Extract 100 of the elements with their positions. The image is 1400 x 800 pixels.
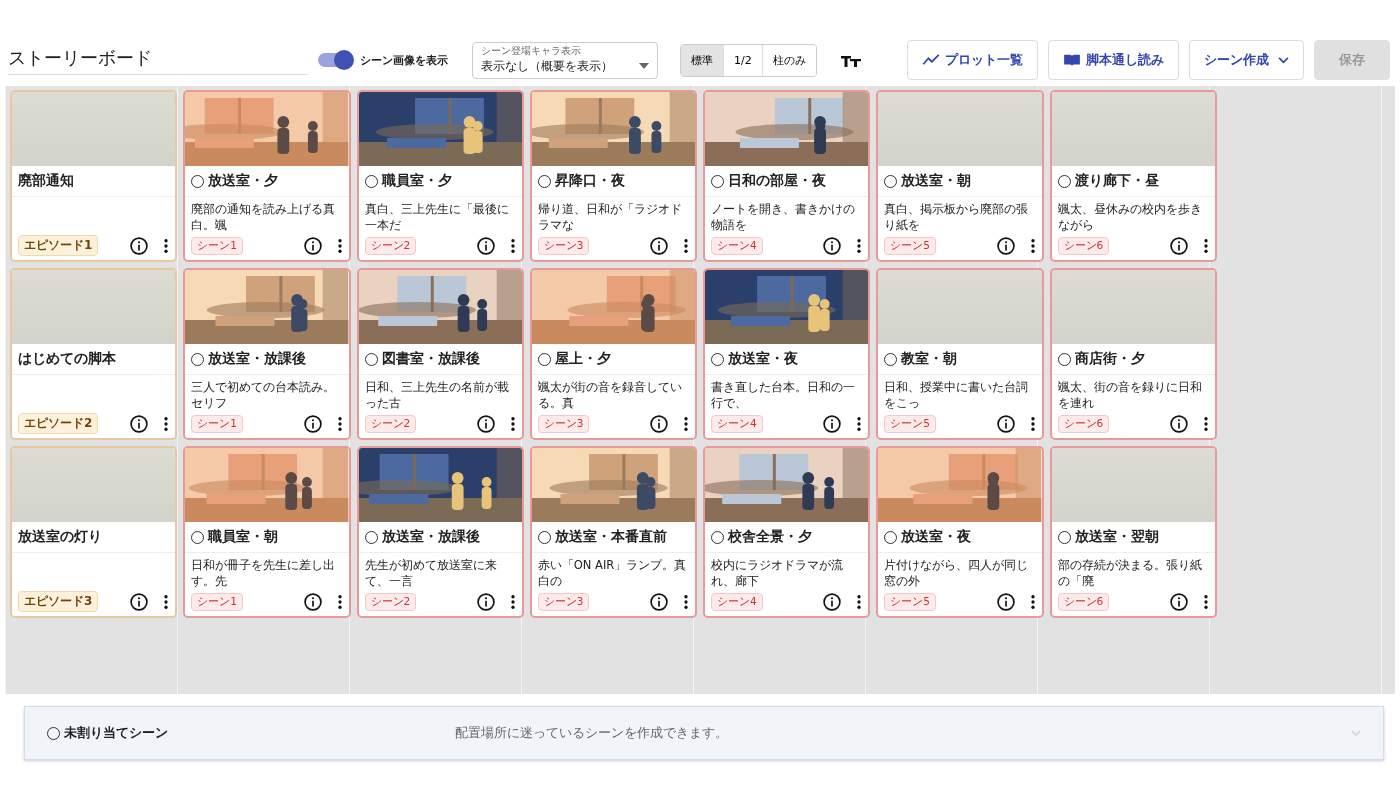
scene-badge: シーン5 bbox=[884, 593, 936, 611]
info-button[interactable] bbox=[649, 414, 669, 434]
info-button[interactable] bbox=[1168, 592, 1189, 612]
scene-card[interactable]: 放送室・本番直前 赤い「ON AIR」ランプ。真白の シーン3 bbox=[529, 446, 697, 618]
info-button[interactable] bbox=[302, 414, 323, 434]
scene-summary: 片付けながら、四人が同じ窓の外 bbox=[883, 557, 1030, 589]
scene-card[interactable]: 放送室・朝 真白、掲示板から廃部の張り紙を シーン5 bbox=[876, 90, 1044, 262]
trend-icon bbox=[921, 54, 940, 66]
scene-heading: 職員室・夕 bbox=[381, 172, 452, 190]
scene-card[interactable]: 放送室・夜 書き直した台本。日和の一行で、 シーン4 bbox=[703, 268, 871, 440]
info-button[interactable] bbox=[129, 413, 150, 434]
scene-heading: 昇降口・夜 bbox=[554, 172, 625, 190]
info-button[interactable] bbox=[475, 592, 496, 612]
scene-card[interactable]: 放送室・夕 廃部の通知を読み上げる真白。颯 シーン1 bbox=[183, 90, 351, 262]
info-button[interactable] bbox=[649, 592, 669, 612]
info-button[interactable] bbox=[995, 592, 1016, 612]
more-button[interactable] bbox=[509, 416, 516, 432]
scene-card[interactable]: 放送室・翌朝 部の存続が決まる。張り紙の「廃 シーン6 bbox=[1049, 446, 1217, 618]
scene-heading: 放送室・夜 bbox=[901, 528, 972, 546]
info-button[interactable] bbox=[1168, 414, 1189, 434]
scene-heading: 職員室・朝 bbox=[208, 528, 279, 546]
more-button[interactable] bbox=[163, 237, 170, 254]
info-button[interactable] bbox=[475, 414, 496, 434]
info-button[interactable] bbox=[475, 236, 496, 256]
more-button[interactable] bbox=[683, 238, 689, 254]
episode-badge: エピソード3 bbox=[18, 591, 99, 612]
scene-badge: シーン2 bbox=[364, 415, 417, 433]
more-button[interactable] bbox=[336, 238, 343, 254]
scene-badge: シーン4 bbox=[711, 415, 763, 433]
scene-summary: 校内にラジオドラマが流れ、廊下 bbox=[710, 557, 844, 589]
text-size-icon[interactable] bbox=[840, 53, 861, 67]
scene-card[interactable]: 教室・朝 日和、授業中に書いた台詞をこっ シーン5 bbox=[876, 268, 1044, 440]
episode-badge: エピソード1 bbox=[18, 235, 99, 256]
info-button[interactable] bbox=[822, 414, 843, 434]
character-select[interactable]: シーン登場キャラ表示 表示なし（概要を表示） bbox=[472, 41, 658, 79]
scene-card[interactable]: 校舎全景・夕 校内にラジオドラマが流れ、廊下 シーン4 bbox=[703, 446, 871, 618]
info-button[interactable] bbox=[129, 591, 150, 612]
more-button[interactable] bbox=[1202, 594, 1209, 610]
scene-summary: 颯太、街の音を録りに日和を連れ bbox=[1056, 379, 1203, 411]
more-button[interactable] bbox=[1029, 238, 1036, 254]
more-button[interactable] bbox=[163, 593, 170, 610]
more-button[interactable] bbox=[336, 594, 343, 610]
info-button[interactable] bbox=[302, 592, 323, 612]
more-button[interactable] bbox=[1202, 238, 1209, 254]
toggle-label: シーン画像を表示 bbox=[360, 52, 448, 68]
info-button[interactable] bbox=[129, 235, 150, 256]
scene-card[interactable]: 渡り廊下・昼 颯太、昼休みの校内を歩きながら シーン6 bbox=[1049, 90, 1217, 262]
scene-badge: シーン5 bbox=[884, 415, 936, 433]
info-button[interactable] bbox=[822, 236, 843, 256]
scene-heading: 放送室・放課後 bbox=[208, 350, 307, 368]
info-button[interactable] bbox=[302, 236, 323, 256]
episode-card[interactable]: はじめての脚本 エピソード2 bbox=[10, 268, 178, 440]
plot-button[interactable]: プロット一覧 bbox=[906, 40, 1038, 80]
more-button[interactable] bbox=[856, 594, 863, 610]
more-button[interactable] bbox=[163, 415, 170, 432]
create-button[interactable]: シーン作成 bbox=[1188, 40, 1304, 80]
scene-card[interactable]: 職員室・朝 日和が冊子を先生に差し出す。先 シーン1 bbox=[183, 446, 351, 618]
toggle-switch[interactable] bbox=[318, 53, 352, 67]
scene-heading: 日和の部屋・夜 bbox=[728, 172, 826, 190]
scene-badge: シーン2 bbox=[364, 593, 417, 611]
scene-heading: 教室・朝 bbox=[901, 350, 958, 368]
scene-badge: シーン4 bbox=[711, 593, 763, 611]
scene-summary: 日和、授業中に書いた台詞をこっ bbox=[883, 379, 1030, 411]
scene-card[interactable]: 職員室・夕 真白、三上先生に「最後に一本だ シーン2 bbox=[356, 90, 524, 262]
info-button[interactable] bbox=[822, 592, 843, 612]
info-button[interactable] bbox=[995, 236, 1016, 256]
scene-badge: シーン3 bbox=[537, 415, 590, 433]
scene-card[interactable]: 放送室・夜 片付けながら、四人が同じ窓の外 シーン5 bbox=[876, 446, 1044, 618]
scene-summary: 赤い「ON AIR」ランプ。真白の bbox=[536, 557, 688, 589]
view-mode-tab[interactable]: 柱のみ bbox=[761, 44, 816, 76]
info-button[interactable] bbox=[649, 236, 669, 256]
read-button[interactable]: 脚本通し読み bbox=[1047, 40, 1179, 80]
more-button[interactable] bbox=[683, 416, 689, 432]
more-button[interactable] bbox=[856, 238, 863, 254]
more-button[interactable] bbox=[1202, 416, 1209, 432]
scene-card[interactable]: 商店街・夕 颯太、街の音を録りに日和を連れ シーン6 bbox=[1049, 268, 1217, 440]
more-button[interactable] bbox=[509, 238, 516, 254]
episode-card[interactable]: 放送室の灯り エピソード3 bbox=[10, 446, 178, 618]
scene-card[interactable]: 日和の部屋・夜 ノートを開き、書きかけの物語を シーン4 bbox=[703, 90, 871, 262]
more-button[interactable] bbox=[1029, 416, 1036, 432]
scene-card[interactable]: 屋上・夕 颯太が街の音を録音している。真 シーン3 bbox=[529, 268, 697, 440]
scene-heading: 渡り廊下・昼 bbox=[1074, 172, 1159, 190]
scene-card[interactable]: 図書室・放課後 日和、三上先生の名前が載った古 シーン2 bbox=[356, 268, 524, 440]
scene-card[interactable]: 放送室・放課後 先生が初めて放送室に来て、一言 シーン2 bbox=[356, 446, 524, 618]
more-button[interactable] bbox=[509, 594, 516, 610]
scene-badge: シーン5 bbox=[884, 237, 936, 255]
more-button[interactable] bbox=[1029, 594, 1036, 610]
info-button[interactable] bbox=[1168, 236, 1189, 256]
info-button[interactable] bbox=[995, 414, 1016, 434]
more-button[interactable] bbox=[856, 416, 863, 432]
episode-card[interactable]: 廃部通知 エピソード1 bbox=[10, 90, 178, 262]
scene-card[interactable]: 放送室・放課後 三人で初めての台本読み。セリフ シーン1 bbox=[183, 268, 351, 440]
scene-summary: 真白、掲示板から廃部の張り紙を bbox=[883, 201, 1030, 233]
scene-badge: シーン6 bbox=[1057, 237, 1110, 255]
chevron-icon bbox=[1277, 56, 1289, 64]
scene-card[interactable]: 昇降口・夜 帰り道、日和が「ラジオドラマな シーン3 bbox=[529, 90, 697, 262]
scene-heading: 放送室・本番直前 bbox=[554, 528, 667, 546]
view-mode-tab[interactable]: 標準 bbox=[681, 44, 723, 76]
more-button[interactable] bbox=[683, 594, 689, 610]
more-button[interactable] bbox=[336, 416, 343, 432]
